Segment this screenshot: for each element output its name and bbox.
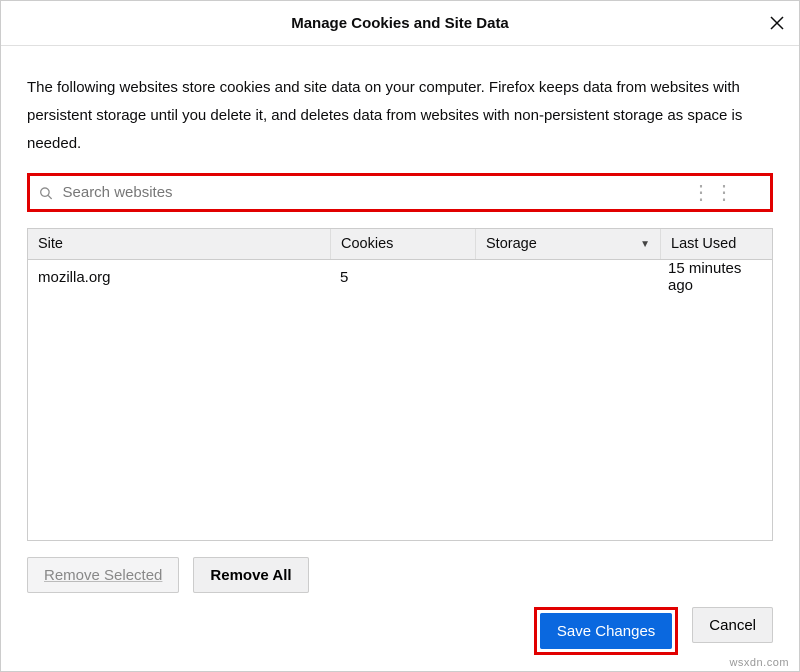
table-header: Site Cookies Storage ▼ Last Used	[28, 229, 772, 260]
manage-cookies-dialog: Manage Cookies and Site Data The followi…	[0, 0, 800, 672]
col-header-site[interactable]: Site	[28, 229, 331, 259]
col-header-last-used[interactable]: Last Used	[661, 229, 772, 259]
save-button[interactable]: Save Changes	[540, 613, 672, 649]
search-input[interactable]	[61, 183, 762, 202]
description-text: The following websites store cookies and…	[27, 74, 773, 157]
remove-selected-button[interactable]: Remove Selected	[27, 557, 179, 593]
cell-last-used: 15 minutes ago	[658, 260, 772, 294]
sites-table: Site Cookies Storage ▼ Last Used mozilla…	[27, 228, 773, 541]
footer-left: Remove Selected Remove All	[1, 541, 799, 593]
content-area: The following websites store cookies and…	[1, 46, 799, 228]
cell-site: mozilla.org	[28, 269, 330, 286]
close-icon	[769, 15, 785, 31]
more-icon: ⋮⋮	[691, 180, 737, 205]
watermark: wsxdn.com	[729, 657, 789, 669]
dialog-title: Manage Cookies and Site Data	[291, 15, 509, 32]
search-icon	[39, 186, 53, 200]
table-row[interactable]: mozilla.org 5 15 minutes ago	[28, 260, 772, 294]
sort-desc-icon: ▼	[640, 239, 650, 250]
cancel-button[interactable]: Cancel	[692, 607, 773, 643]
col-header-storage[interactable]: Storage ▼	[476, 229, 661, 259]
col-header-cookies[interactable]: Cookies	[331, 229, 476, 259]
col-header-storage-label: Storage	[486, 236, 537, 252]
titlebar: Manage Cookies and Site Data	[1, 1, 799, 46]
footer-right: Save Changes Cancel	[1, 593, 799, 671]
search-highlight: ⋮⋮	[27, 173, 773, 212]
remove-all-button[interactable]: Remove All	[193, 557, 308, 593]
close-button[interactable]	[767, 13, 787, 33]
save-highlight: Save Changes	[534, 607, 678, 655]
table-body: mozilla.org 5 15 minutes ago	[28, 260, 772, 540]
cell-cookies: 5	[330, 269, 474, 286]
search-field-container: ⋮⋮	[33, 179, 767, 206]
